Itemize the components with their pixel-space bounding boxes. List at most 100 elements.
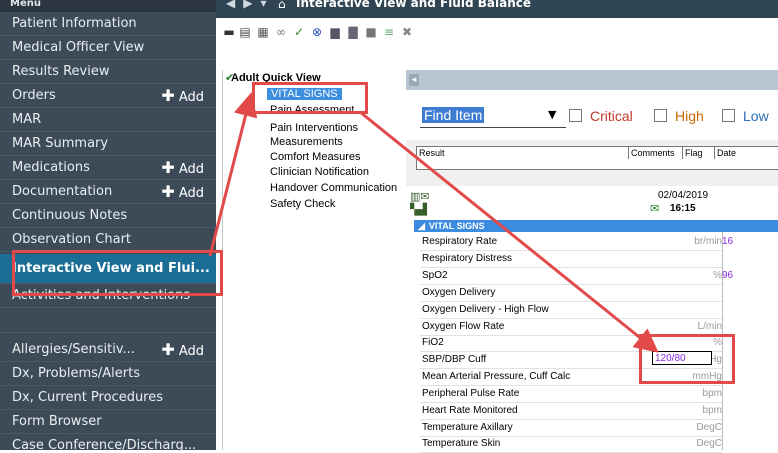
sidebar-item-label: Dx, Current Procedures	[12, 390, 164, 405]
add-medications-button[interactable]: ✚ Add	[161, 156, 204, 179]
column-time: 16:15	[670, 203, 696, 214]
grid-cell-temperature-axillary[interactable]	[722, 420, 778, 436]
find-dropdown-arrow-icon[interactable]: ▼	[548, 108, 556, 121]
section-vital-signs[interactable]: ◢ VITAL SIGNS	[414, 220, 778, 232]
sidebar-item-label: MAR Summary	[12, 136, 109, 151]
sidebar-item-dx-problems[interactable]: Dx, Problems/Alerts	[0, 362, 216, 386]
flowsheet-icon[interactable]: ▬	[222, 26, 236, 39]
sidebar-item-label: Documentation	[12, 184, 113, 199]
close-x-icon[interactable]: ✖	[400, 26, 414, 39]
filter-critical-checkbox[interactable]: Critical	[569, 108, 633, 124]
sidebar-item-dx-procedures[interactable]: Dx, Current Procedures	[0, 386, 216, 410]
clock-icon: ✉	[650, 202, 660, 215]
sidebar-item-medical-officer-view[interactable]: Medical Officer View	[0, 36, 216, 60]
filter-high-checkbox[interactable]: High	[654, 108, 704, 124]
grid-cell-peripheral-pulse-rate[interactable]	[722, 386, 778, 402]
grid-cell-oxygen-delivery-high-flow[interactable]	[722, 302, 778, 318]
sidebar-item-orders[interactable]: Orders ✚ Add	[0, 84, 216, 108]
sidebar-item-patient-information[interactable]: Patient Information	[0, 12, 216, 36]
sidebar-item-mar[interactable]: MAR	[0, 108, 216, 132]
filter-low-checkbox[interactable]: Low	[722, 108, 769, 124]
quick-view-item-measurements[interactable]: Measurements	[270, 136, 343, 148]
cancel-circle-icon[interactable]: ⊗	[310, 26, 324, 39]
sidebar-item-label: Medications	[12, 160, 90, 175]
back-forward-arrows-icon[interactable]: ◀▶▾	[226, 0, 274, 10]
sidebar-item-label: Form Browser	[12, 414, 102, 429]
sidebar-item-form-browser[interactable]: Form Browser	[0, 410, 216, 434]
column-header-result[interactable]: Result	[417, 147, 629, 159]
folder-icon[interactable]: ▇	[346, 26, 360, 39]
grid-cell-respiratory-rate[interactable]: 16	[722, 234, 778, 250]
grid-row-temperature-axillary[interactable]: Temperature Axillary DegC	[420, 420, 722, 437]
glasses-icon[interactable]: ∞	[274, 26, 288, 39]
find-item-input[interactable]: Find Item	[420, 107, 566, 128]
page-title: Interactive View and Fluid Balance	[296, 0, 531, 10]
sidebar-item-allergies[interactable]: Allergies/Sensitiv... ✚ Add	[0, 338, 216, 362]
column-header-flag[interactable]: Flag	[683, 147, 715, 159]
sidebar-item-results-review[interactable]: Results Review	[0, 60, 216, 84]
grid-row-peripheral-pulse-rate[interactable]: Peripheral Pulse Rate bpm	[420, 386, 722, 403]
quick-view-item-safety-check[interactable]: Safety Check	[270, 198, 335, 210]
sidebar-item-label: Allergies/Sensitiv...	[12, 342, 135, 357]
grid-cell-oxygen-flow-rate[interactable]	[722, 319, 778, 335]
plus-icon: ✚	[161, 158, 175, 177]
grid-row-respiratory-rate[interactable]: Respiratory Rate br/min	[420, 234, 722, 251]
grid-row-oxygen-delivery-high-flow[interactable]: Oxygen Delivery - High Flow	[420, 302, 722, 319]
grid-row-respiratory-distress[interactable]: Respiratory Distress	[420, 251, 722, 268]
sidebar-item-label: MAR	[12, 112, 42, 127]
add-orders-button[interactable]: ✚ Add	[161, 84, 204, 107]
grid-row-heart-rate-monitored[interactable]: Heart Rate Monitored bpm	[420, 403, 722, 420]
table-icon[interactable]: ▦	[256, 26, 270, 39]
annotation-box-vital-signs	[252, 82, 368, 114]
sidebar-item-mar-summary[interactable]: MAR Summary	[0, 132, 216, 156]
annotation-box-interactive-view	[12, 250, 223, 296]
add-documentation-button[interactable]: ✚ Add	[161, 180, 204, 203]
annotation-box-sbp-cell	[639, 334, 735, 384]
sidebar-spacer	[0, 308, 216, 333]
title-bar: ◀▶▾ ⌂ Interactive View and Fluid Balance	[216, 0, 778, 18]
document-icon[interactable]: ▆	[328, 26, 342, 39]
quick-view-item-handover-communication[interactable]: Handover Communication	[270, 182, 397, 194]
grid-cell-heart-rate-monitored[interactable]	[722, 403, 778, 419]
sidebar-item-medications[interactable]: Medications ✚ Add	[0, 156, 216, 180]
sidebar-item-label: Orders	[12, 88, 56, 103]
page-icon[interactable]: ■	[364, 26, 378, 39]
checkbox-icon	[654, 109, 667, 122]
grid-row-temperature-skin[interactable]: Temperature Skin DegC	[420, 436, 722, 453]
quick-view-item-comfort-measures[interactable]: Comfort Measures	[270, 151, 360, 163]
chart-tools-icon[interactable]: ▥✉ ▚▟	[410, 190, 430, 216]
add-allergies-button[interactable]: ✚ Add	[161, 338, 204, 361]
find-bar: Find Item ▼ Critical High Low	[406, 90, 778, 140]
sidebar-item-observation-chart[interactable]: Observation Chart	[0, 228, 216, 252]
collapse-arrow-icon[interactable]: ◂	[409, 74, 419, 86]
sidebar-item-case-conference[interactable]: Case Conference/Discharg...	[0, 434, 216, 450]
sidebar-item-label: Dx, Problems/Alerts	[12, 366, 140, 381]
column-header-comments[interactable]: Comments	[629, 147, 683, 159]
sidebar-item-label: Continuous Notes	[12, 208, 128, 223]
grid-row-oxygen-delivery[interactable]: Oxygen Delivery	[420, 285, 722, 302]
sidebar-item-continuous-notes[interactable]: Continuous Notes	[0, 204, 216, 228]
triangle-collapse-icon: ◢	[418, 221, 425, 231]
home-icon[interactable]: ⌂	[278, 0, 286, 11]
grid-cell-respiratory-distress[interactable]	[722, 251, 778, 267]
calculator-icon[interactable]: ≡	[382, 26, 396, 39]
grid-icon[interactable]: ▤	[238, 26, 252, 39]
sidebar-item-documentation[interactable]: Documentation ✚ Add	[0, 180, 216, 204]
sign-checkmark-icon[interactable]: ✓	[292, 26, 306, 39]
sidebar: Menu Patient Information Medical Officer…	[0, 0, 216, 450]
results-header-bar: ◂	[406, 70, 778, 91]
checkbox-icon	[569, 109, 582, 122]
grid-row-spo2[interactable]: SpO2%	[420, 268, 722, 285]
grid-cell-oxygen-delivery[interactable]	[722, 285, 778, 301]
sidebar-item-label: Observation Chart	[12, 232, 132, 247]
grid-cell-spo2[interactable]: 96	[722, 268, 778, 284]
column-date: 02/04/2019	[658, 190, 709, 201]
sidebar-item-label: Medical Officer View	[12, 40, 145, 55]
menu-header: Menu	[0, 0, 216, 12]
column-header-date[interactable]: Date	[715, 147, 778, 159]
quick-view-item-clinician-notification[interactable]: Clinician Notification	[270, 166, 369, 178]
checkbox-icon	[722, 109, 735, 122]
vital-signs-grid: ▥✉ ▚▟ 02/04/2019 ✉ 16:15 ◢ VITAL SIGNS Res…	[406, 186, 778, 453]
quick-view-item-pain-interventions[interactable]: Pain Interventions	[270, 122, 358, 134]
plus-icon: ✚	[161, 182, 175, 201]
